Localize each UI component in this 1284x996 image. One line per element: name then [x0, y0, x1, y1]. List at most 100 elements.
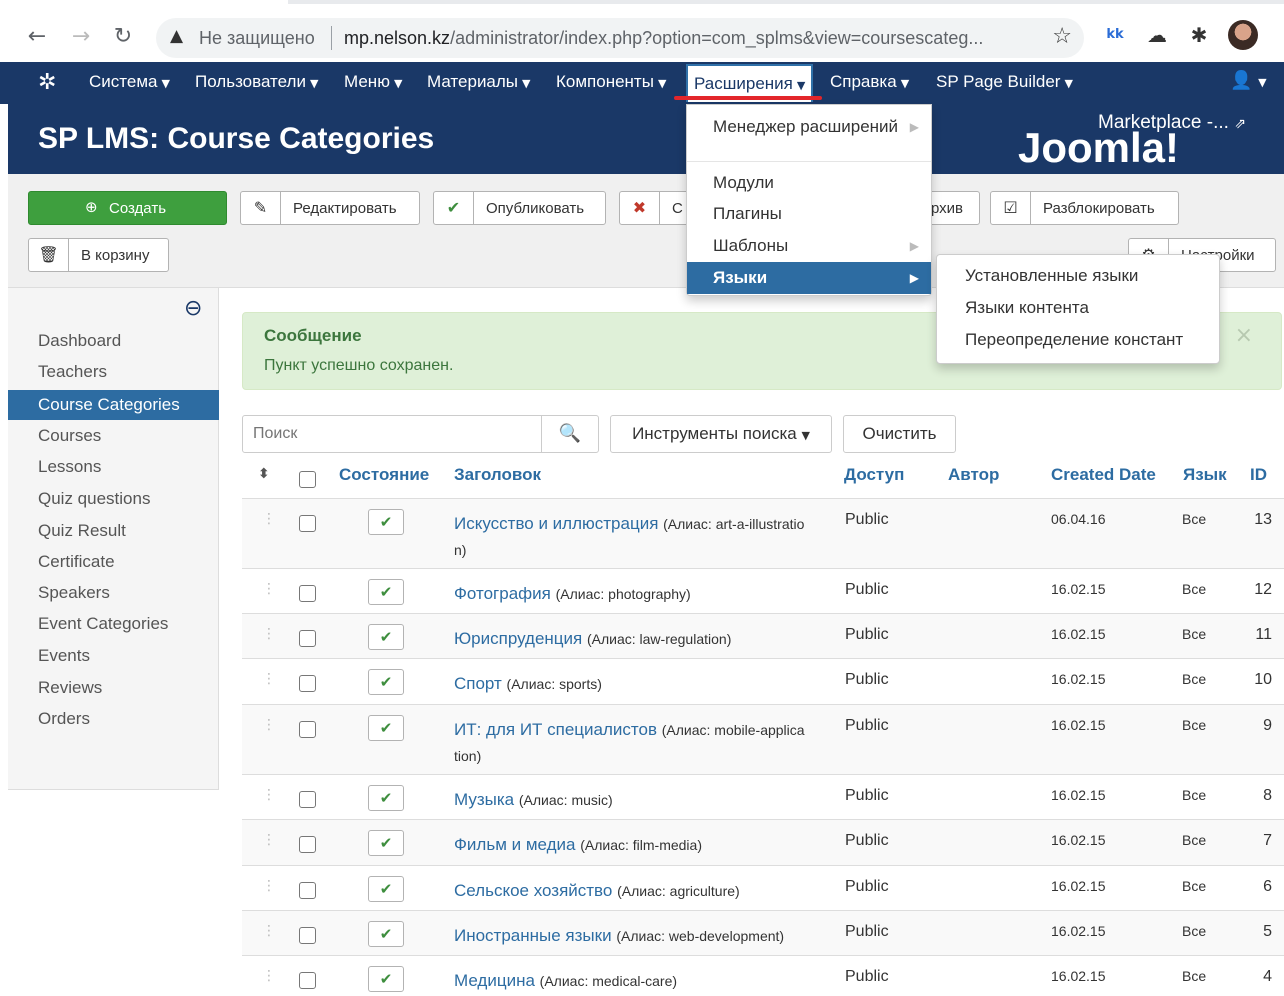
- trash-button[interactable]: 🗑 В корзину: [28, 238, 169, 272]
- category-title-link[interactable]: Музыка: [454, 790, 514, 809]
- column-state[interactable]: Состояние: [339, 465, 429, 485]
- back-icon[interactable]: ←: [22, 22, 52, 52]
- published-toggle[interactable]: ✔: [368, 830, 404, 856]
- menu-modules[interactable]: Модули: [687, 167, 931, 199]
- drag-handle-icon[interactable]: ⋮: [262, 671, 276, 687]
- sidebar-item-speakers[interactable]: Speakers: [8, 578, 219, 608]
- user-menu-icon[interactable]: 👤 ▼: [1230, 70, 1267, 91]
- menu-languages[interactable]: Языки ▶: [687, 262, 931, 294]
- row-checkbox[interactable]: [299, 972, 316, 989]
- sidebar-item-reviews[interactable]: Reviews: [8, 673, 219, 703]
- drag-handle-icon[interactable]: ⋮: [262, 511, 276, 527]
- drag-handle-icon[interactable]: ⋮: [262, 626, 276, 642]
- menu-help[interactable]: Справка ▼: [830, 72, 909, 92]
- sidebar-item-teachers[interactable]: Teachers: [8, 357, 219, 387]
- unlock-button[interactable]: ☑ Разблокировать: [990, 191, 1179, 225]
- clear-button[interactable]: Очистить: [843, 415, 956, 453]
- published-toggle[interactable]: ✔: [368, 509, 404, 535]
- drag-handle-icon[interactable]: ⋮: [262, 717, 276, 733]
- search-button[interactable]: 🔍: [541, 415, 599, 453]
- row-checkbox[interactable]: [299, 675, 316, 692]
- drag-handle-icon[interactable]: ⋮: [262, 923, 276, 939]
- published-toggle[interactable]: ✔: [368, 715, 404, 741]
- cloud-icon[interactable]: ☁: [1144, 22, 1170, 48]
- menu-templates[interactable]: Шаблоны ▶: [687, 230, 931, 262]
- menu-sp-page-builder[interactable]: SP Page Builder ▼: [936, 72, 1073, 92]
- drag-handle-icon[interactable]: ⋮: [262, 968, 276, 984]
- menu-system[interactable]: Система ▼: [89, 72, 170, 92]
- menu-content[interactable]: Материалы ▼: [427, 72, 531, 92]
- puzzle-icon[interactable]: ✱: [1186, 22, 1212, 48]
- search-input[interactable]: [242, 415, 542, 453]
- extension-icon[interactable]: kk: [1102, 22, 1128, 48]
- category-title-link[interactable]: Фильм и медиа: [454, 835, 575, 854]
- category-title-link[interactable]: Фотография: [454, 584, 551, 603]
- row-checkbox[interactable]: [299, 585, 316, 602]
- published-toggle[interactable]: ✔: [368, 624, 404, 650]
- drag-handle-icon[interactable]: ⋮: [262, 832, 276, 848]
- published-toggle[interactable]: ✔: [368, 921, 404, 947]
- column-access[interactable]: Доступ: [844, 465, 904, 485]
- category-title-link[interactable]: Юриспруденция: [454, 629, 582, 648]
- edit-button[interactable]: ✎ Редактировать: [240, 191, 420, 225]
- sidebar-item-certificate[interactable]: Certificate: [8, 547, 219, 577]
- bookmark-star-icon[interactable]: ☆: [1052, 24, 1072, 49]
- column-title[interactable]: Заголовок: [454, 465, 541, 485]
- drag-handle-icon[interactable]: ⋮: [262, 581, 276, 597]
- menu-extension-manager[interactable]: Менеджер расширений ▶: [687, 111, 931, 143]
- menu-plugins[interactable]: Плагины: [687, 198, 931, 230]
- url-text[interactable]: mp.nelson.kz/administrator/index.php?opt…: [344, 28, 983, 49]
- row-checkbox[interactable]: [299, 882, 316, 899]
- row-checkbox[interactable]: [299, 721, 316, 738]
- profile-avatar[interactable]: [1228, 20, 1258, 50]
- menu-components[interactable]: Компоненты ▼: [556, 72, 666, 92]
- category-title-link[interactable]: Сельское хозяйство: [454, 881, 612, 900]
- create-button[interactable]: ⊕ Создать: [28, 191, 227, 225]
- column-language[interactable]: Язык: [1183, 465, 1227, 485]
- published-toggle[interactable]: ✔: [368, 669, 404, 695]
- category-title-link[interactable]: Спорт: [454, 674, 502, 693]
- row-checkbox[interactable]: [299, 927, 316, 944]
- row-checkbox[interactable]: [299, 836, 316, 853]
- search-tools-button[interactable]: Инструменты поиска ▼: [610, 415, 832, 453]
- menu-users[interactable]: Пользователи ▼: [195, 72, 318, 92]
- sidebar-item-lessons[interactable]: Lessons: [8, 452, 219, 482]
- unpublish-button[interactable]: ✖ С: [619, 191, 689, 225]
- drag-handle-icon[interactable]: ⋮: [262, 787, 276, 803]
- sidebar-item-event-categories[interactable]: Event Categories: [8, 609, 219, 639]
- sidebar-item-events[interactable]: Events: [8, 641, 219, 671]
- published-toggle[interactable]: ✔: [368, 579, 404, 605]
- menu-installed-languages[interactable]: Установленные языки: [937, 260, 1219, 292]
- sidebar-item-course-categories[interactable]: Course Categories: [8, 390, 219, 420]
- category-title-link[interactable]: Иностранные языки: [454, 926, 612, 945]
- publish-button[interactable]: ✔ Опубликовать: [433, 191, 606, 225]
- menu-content-languages[interactable]: Языки контента: [937, 292, 1219, 324]
- drag-handle-icon[interactable]: ⋮: [262, 878, 276, 894]
- sidebar-item-courses[interactable]: Courses: [8, 421, 219, 451]
- column-id[interactable]: ID: [1250, 465, 1267, 485]
- joomla-logo-icon[interactable]: ✲: [38, 70, 56, 95]
- sidebar-item-quiz-questions[interactable]: Quiz questions: [8, 484, 219, 514]
- row-checkbox[interactable]: [299, 791, 316, 808]
- select-all-checkbox[interactable]: [299, 471, 316, 488]
- category-title-link[interactable]: Медицина: [454, 971, 535, 990]
- row-checkbox[interactable]: [299, 630, 316, 647]
- sidebar-item-dashboard[interactable]: Dashboard: [8, 326, 219, 356]
- sidebar-item-quiz-result[interactable]: Quiz Result: [8, 516, 219, 546]
- published-toggle[interactable]: ✔: [368, 966, 404, 992]
- sidebar-item-orders[interactable]: Orders: [8, 704, 219, 734]
- category-title-link[interactable]: ИТ: для ИТ специалистов: [454, 720, 657, 739]
- address-bar[interactable]: ▲ Не защищено mp.nelson.kz/administrator…: [156, 18, 1084, 58]
- category-title-link[interactable]: Искусство и иллюстрация: [454, 514, 658, 533]
- column-created-date[interactable]: Created Date: [1051, 465, 1156, 485]
- close-icon[interactable]: ×: [1235, 323, 1253, 348]
- menu-menus[interactable]: Меню ▼: [344, 72, 402, 92]
- sort-order-icon[interactable]: ⬍: [258, 466, 270, 482]
- forward-icon[interactable]: →: [66, 22, 96, 52]
- row-checkbox[interactable]: [299, 515, 316, 532]
- reload-icon[interactable]: ↻: [108, 22, 138, 52]
- published-toggle[interactable]: ✔: [368, 785, 404, 811]
- marketplace-link[interactable]: Marketplace -... ⇗: [1098, 112, 1246, 134]
- menu-language-overrides[interactable]: Переопределение констант: [937, 324, 1219, 356]
- collapse-sidebar-icon[interactable]: ⊖: [184, 296, 202, 321]
